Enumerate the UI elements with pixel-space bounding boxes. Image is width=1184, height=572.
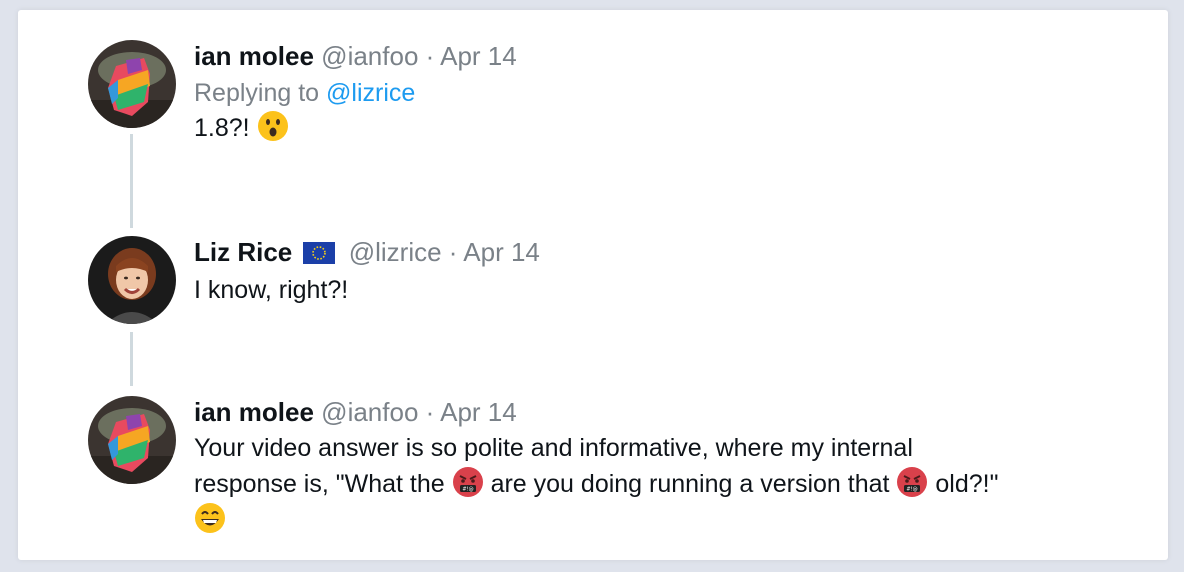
handle[interactable]: @ianfoo [321, 41, 418, 71]
tweet-header: Liz Rice @lizrice · Apr 14 [194, 236, 1114, 268]
eu-flag-icon [303, 242, 336, 264]
tweet-body: ian molee @ianfoo · Apr 14 Your video an… [194, 396, 1114, 538]
tweet-text-content: I know, right?! [194, 276, 349, 304]
timestamp[interactable]: Apr 14 [440, 41, 517, 71]
thread-connector-line [130, 332, 133, 386]
tweet-text: I know, right?! [194, 272, 1114, 308]
tweet-body: ian molee @ianfoo · Apr 14 Replying to @… [194, 40, 1114, 146]
tweet-header: ian molee @ianfoo · Apr 14 [194, 40, 1114, 72]
display-name[interactable]: ian molee [194, 41, 314, 71]
tweet-text: 1.8?! [194, 110, 1114, 146]
tweet-thread-card: ian molee @ianfoo · Apr 14 Replying to @… [18, 10, 1168, 560]
svg-text:#!@: #!@ [462, 487, 473, 493]
avatar[interactable] [88, 40, 176, 128]
separator: · [448, 237, 458, 267]
tweet-text-line: response is, "What the #!@ are you doing… [194, 466, 1114, 502]
tweet-text-line [194, 502, 1114, 538]
thread-connector-line [130, 134, 133, 228]
tweet-text: Your video answer is so polite and infor… [194, 430, 1114, 538]
handle[interactable]: @ianfoo [321, 397, 418, 427]
tweet-text-segment: are you doing running a version that [490, 470, 890, 498]
grinning-face-icon [194, 502, 226, 534]
replying-to-link[interactable]: @lizrice [326, 79, 415, 107]
tweet-text-content: 1.8?! [194, 114, 250, 142]
svg-text:#!@: #!@ [907, 487, 918, 493]
timestamp[interactable]: Apr 14 [463, 237, 540, 267]
display-name[interactable]: Liz Rice [194, 237, 292, 267]
separator: · [425, 397, 435, 427]
display-name[interactable]: ian molee [194, 397, 314, 427]
separator: · [425, 41, 435, 71]
avatar[interactable] [88, 236, 176, 324]
replying-to: Replying to @lizrice [194, 76, 1114, 110]
astonished-face-icon [257, 110, 289, 142]
handle[interactable]: @lizrice [349, 237, 442, 267]
avatar[interactable] [88, 396, 176, 484]
replying-to-prefix: Replying to [194, 79, 320, 107]
tweet-text-segment: old?!" [935, 470, 999, 498]
tweet-header: ian molee @ianfoo · Apr 14 [194, 396, 1114, 428]
timestamp[interactable]: Apr 14 [440, 397, 517, 427]
cursing-face-icon: #!@ [452, 466, 484, 498]
cursing-face-icon: #!@ [896, 466, 928, 498]
tweet-body: Liz Rice @lizrice · Apr 14 I know, right… [194, 236, 1114, 308]
tweet-text-line: Your video answer is so polite and infor… [194, 434, 913, 462]
tweet-text-segment: response is, "What the [194, 470, 445, 498]
